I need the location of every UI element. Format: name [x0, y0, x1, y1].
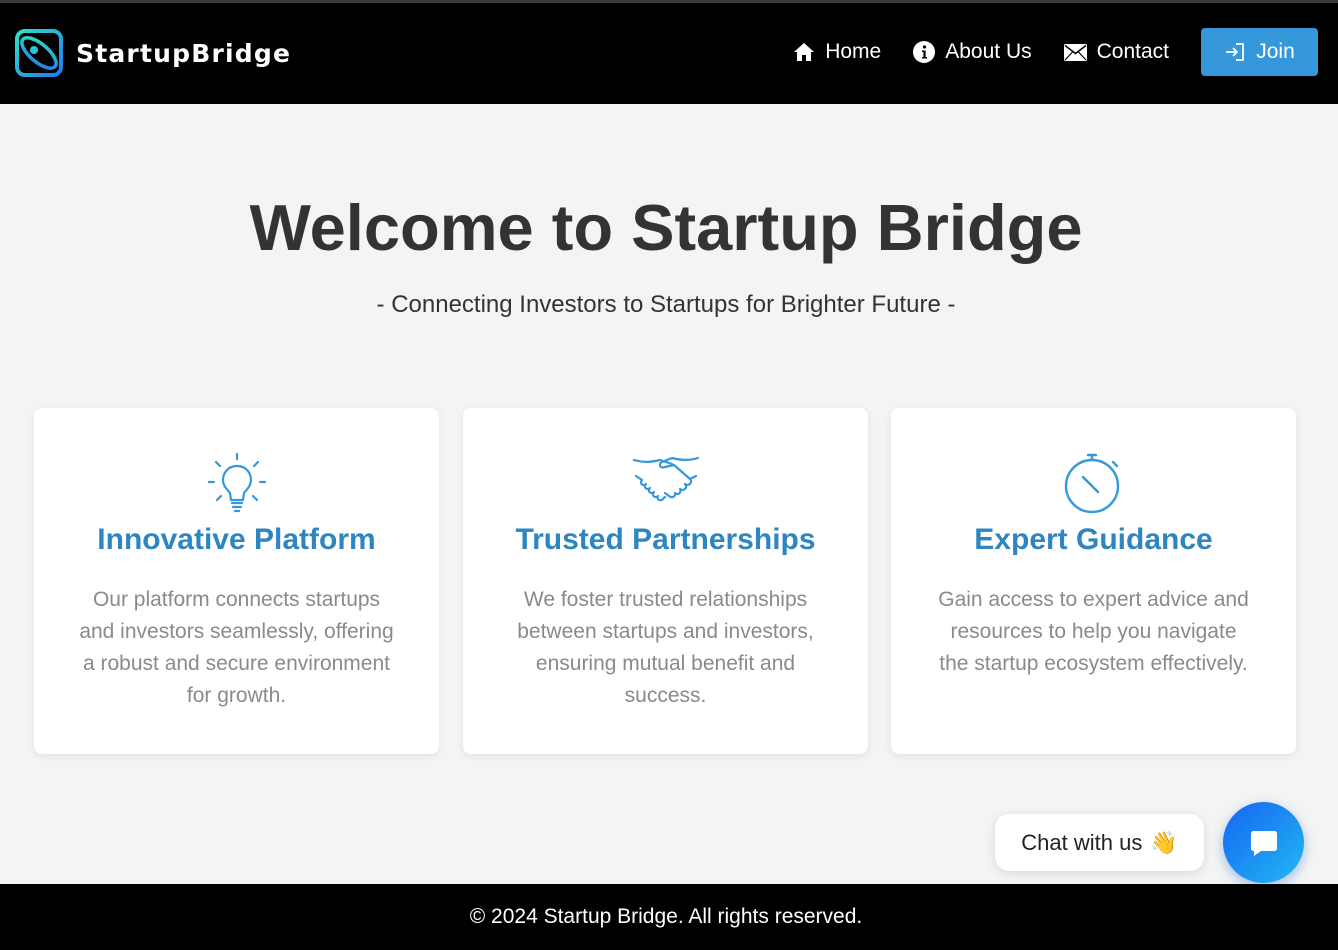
join-label: Join: [1256, 40, 1295, 63]
envelope-icon: [1063, 43, 1087, 61]
card-title: Trusted Partnerships: [515, 523, 816, 556]
footer-copyright: © 2024 Startup Bridge. All rights reserv…: [469, 905, 863, 928]
chat-bubble-icon: [1250, 830, 1277, 856]
navbar: StartupBridge Home About Us Contact Join: [0, 3, 1338, 104]
brand-name: StartupBridge: [76, 38, 292, 68]
hero-subtitle: - Connecting Investors to Startups for B…: [376, 291, 956, 318]
card-title: Innovative Platform: [97, 523, 376, 556]
chat-with-us-pill[interactable]: Chat with us 👋: [995, 814, 1204, 871]
nav-about-label: About Us: [945, 40, 1032, 63]
chat-launcher-button[interactable]: [1223, 802, 1304, 883]
feature-card-guidance: Expert Guidance Gain access to expert ad…: [891, 408, 1296, 754]
card-text: We foster trusted relationships between …: [517, 588, 814, 707]
hero-title: Welcome to Startup Bridge: [249, 191, 1083, 264]
main-nav: Home About Us Contact Join: [793, 28, 1318, 76]
nav-contact-label: Contact: [1096, 40, 1169, 63]
brand[interactable]: StartupBridge: [14, 28, 291, 78]
join-button[interactable]: Join: [1201, 28, 1318, 76]
card-title: Expert Guidance: [974, 523, 1213, 556]
nav-contact[interactable]: Contact: [1063, 40, 1169, 64]
waving-hand-icon: 👋: [1150, 829, 1178, 855]
lightbulb-icon: [207, 452, 266, 513]
card-text: Gain access to expert advice and resourc…: [938, 588, 1249, 675]
chat-label: Chat with us: [1021, 829, 1143, 855]
nav-about[interactable]: About Us: [913, 40, 1032, 64]
stopwatch-icon: [1064, 453, 1119, 514]
feature-card-partnerships: Trusted Partnerships We foster trusted r…: [463, 408, 868, 754]
handshake-icon: [632, 456, 699, 502]
home-icon: [794, 43, 815, 61]
card-text: Our platform connects startups and inves…: [79, 588, 394, 707]
footer: © 2024 Startup Bridge. All rights reserv…: [0, 884, 1338, 950]
sign-in-icon: [1226, 43, 1245, 61]
feature-card-innovative: Innovative Platform Our platform connect…: [34, 408, 439, 754]
atom-logo-icon: [15, 29, 63, 77]
nav-home[interactable]: Home: [793, 40, 881, 64]
info-icon: [913, 41, 936, 63]
nav-home-label: Home: [825, 40, 882, 63]
